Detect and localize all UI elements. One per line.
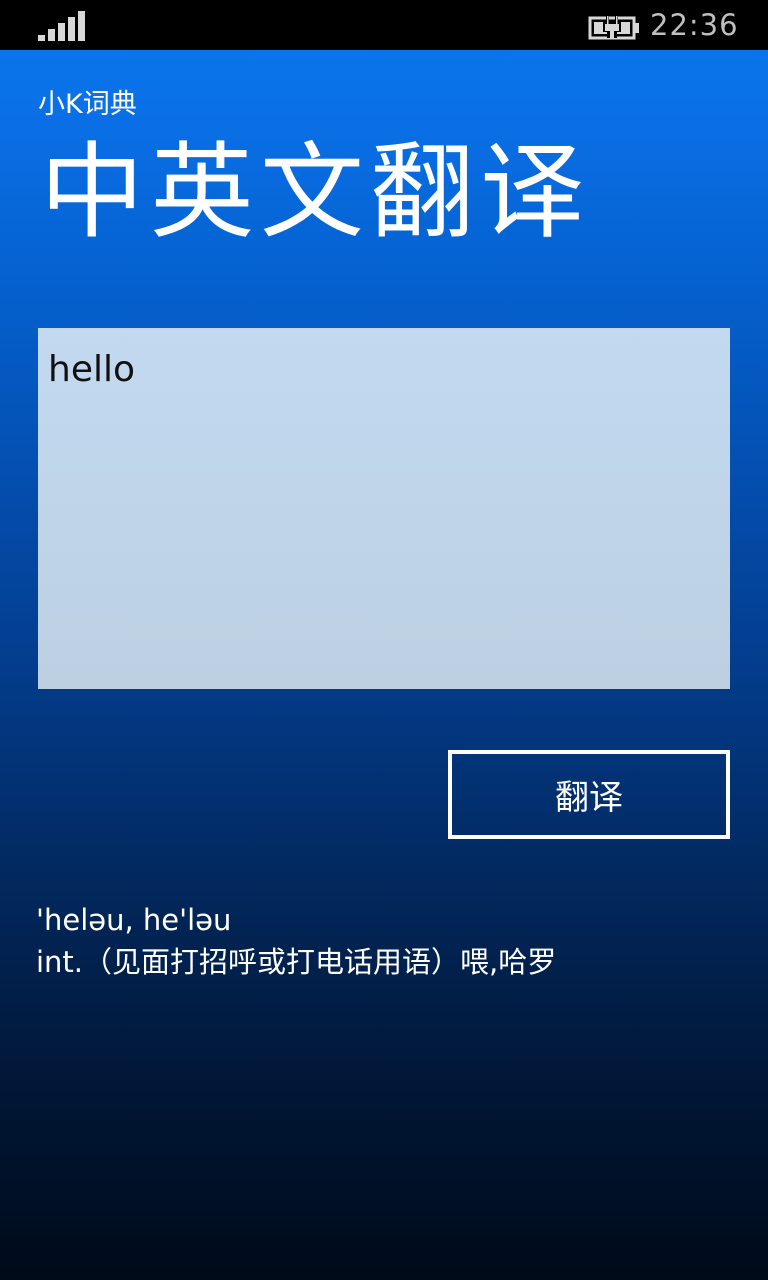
page-title: 中英文翻译 (40, 131, 591, 253)
word-input-field[interactable]: hello (38, 328, 730, 689)
result-definition: int.（见面打招呼或打电话用语）喂,哈罗 (36, 945, 557, 979)
battery-charging-icon (588, 14, 639, 40)
translate-button[interactable]: 翻译 (448, 750, 730, 839)
status-bar: 22:36 (0, 0, 768, 50)
status-time: 22:36 (650, 8, 739, 42)
result-phonetic: 'heləu, he'ləu (36, 903, 232, 937)
signal-bars-icon (38, 11, 85, 41)
app-name: 小K词典 (38, 89, 137, 120)
word-input-value[interactable]: hello (48, 346, 720, 394)
translate-button-label: 翻译 (555, 779, 623, 817)
